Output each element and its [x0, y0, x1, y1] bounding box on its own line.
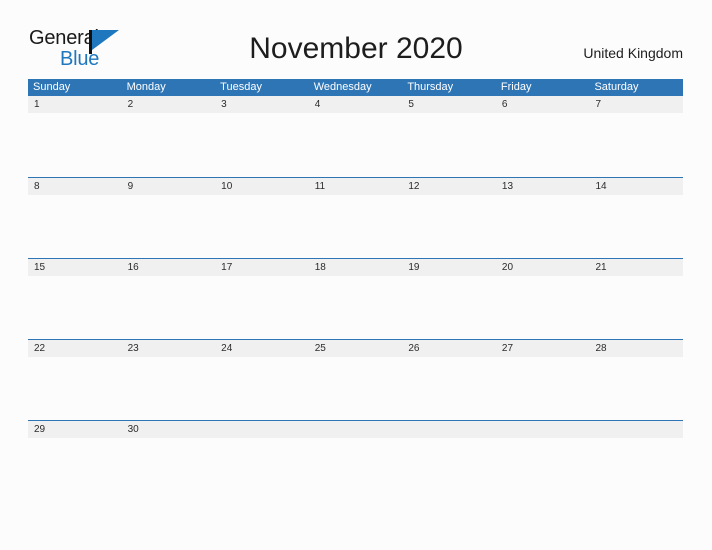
day-cell[interactable]: 2 [122, 96, 216, 113]
day-cell[interactable]: 21 [589, 259, 683, 276]
day-cell[interactable]: 30 [122, 421, 216, 438]
weekday-tuesday: Tuesday [220, 81, 262, 93]
day-cell[interactable]: 25 [309, 340, 403, 357]
weekday-thursday: Thursday [407, 81, 454, 93]
day-cell[interactable]: 28 [589, 340, 683, 357]
weekday-wednesday: Wednesday [313, 81, 372, 93]
weekday-monday: Monday [126, 81, 166, 93]
week-row: 15 16 17 18 19 20 21 [28, 258, 683, 339]
day-cell[interactable] [496, 421, 590, 438]
day-cell[interactable]: 5 [402, 96, 496, 113]
day-cell[interactable]: 18 [309, 259, 403, 276]
week-row: 8 9 10 11 12 13 14 [28, 177, 683, 258]
week-row: 29 30 [28, 420, 683, 501]
week-day-number-band: 15 16 17 18 19 20 21 [28, 259, 683, 276]
day-cell[interactable]: 8 [28, 178, 122, 195]
day-cell[interactable]: 27 [496, 340, 590, 357]
day-cell[interactable]: 13 [496, 178, 590, 195]
day-cell[interactable]: 1 [28, 96, 122, 113]
week-day-number-band: 8 9 10 11 12 13 14 [28, 178, 683, 195]
day-cell[interactable]: 20 [496, 259, 590, 276]
week-row: 22 23 24 25 26 27 28 [28, 339, 683, 420]
day-cell[interactable]: 3 [215, 96, 309, 113]
day-cell[interactable] [589, 421, 683, 438]
calendar-grid: Sunday Monday Tuesday Wednesday Thursday… [28, 79, 683, 501]
day-cell[interactable]: 15 [28, 259, 122, 276]
week-note-area[interactable] [28, 113, 683, 176]
day-cell[interactable]: 14 [589, 178, 683, 195]
day-cell[interactable]: 11 [309, 178, 403, 195]
week-day-number-band: 22 23 24 25 26 27 28 [28, 340, 683, 357]
day-cell[interactable]: 24 [215, 340, 309, 357]
day-cell[interactable] [309, 421, 403, 438]
page-header: General Blue November 2020 United Kingdo… [0, 0, 712, 79]
day-cell[interactable]: 10 [215, 178, 309, 195]
day-cell[interactable]: 7 [589, 96, 683, 113]
day-cell[interactable]: 16 [122, 259, 216, 276]
country-label: United Kingdom [583, 45, 683, 61]
day-cell[interactable] [402, 421, 496, 438]
week-day-number-band: 29 30 [28, 421, 683, 438]
weekday-header-row: Sunday Monday Tuesday Wednesday Thursday… [28, 79, 683, 96]
day-cell[interactable] [215, 421, 309, 438]
week-note-area[interactable] [28, 438, 683, 501]
week-day-number-band: 1 2 3 4 5 6 7 [28, 96, 683, 113]
day-cell[interactable]: 26 [402, 340, 496, 357]
day-cell[interactable]: 4 [309, 96, 403, 113]
day-cell[interactable]: 17 [215, 259, 309, 276]
weekday-sunday: Sunday [33, 81, 71, 93]
week-note-area[interactable] [28, 276, 683, 339]
weekday-friday: Friday [500, 81, 532, 93]
day-cell[interactable]: 22 [28, 340, 122, 357]
day-cell[interactable]: 19 [402, 259, 496, 276]
day-cell[interactable]: 6 [496, 96, 590, 113]
weekday-saturday: Saturday [594, 81, 639, 93]
day-cell[interactable]: 12 [402, 178, 496, 195]
week-row: 1 2 3 4 5 6 7 [28, 96, 683, 177]
week-note-area[interactable] [28, 195, 683, 258]
day-cell[interactable]: 23 [122, 340, 216, 357]
day-cell[interactable]: 9 [122, 178, 216, 195]
day-cell[interactable]: 29 [28, 421, 122, 438]
calendar-page: General Blue November 2020 United Kingdo… [0, 0, 712, 550]
week-note-area[interactable] [28, 357, 683, 420]
